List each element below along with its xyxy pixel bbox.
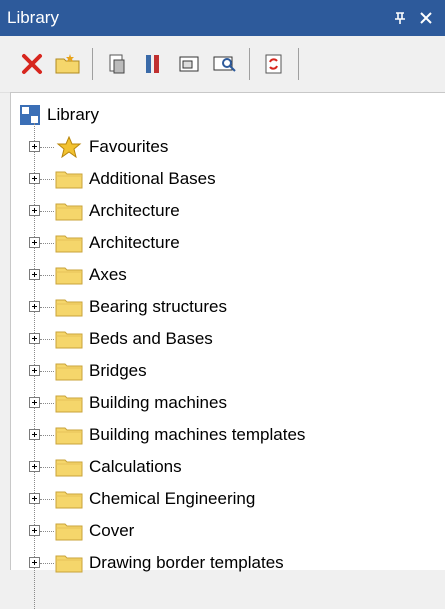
tree-item-label: Building machines [89, 393, 227, 412]
expand-toggle[interactable] [29, 205, 40, 216]
close-icon[interactable] [413, 5, 439, 31]
tree-branch-line [40, 147, 54, 148]
tree-branch-line [40, 211, 54, 212]
tree-item[interactable]: Bridges [55, 355, 147, 387]
tree-item-label: Axes [89, 265, 127, 284]
folder-icon [55, 363, 83, 381]
tree-branch-line [40, 243, 54, 244]
tree-branch-line [40, 371, 54, 372]
expand-toggle[interactable] [29, 461, 40, 472]
folder-icon [55, 459, 83, 477]
expand-toggle[interactable] [29, 429, 40, 440]
tree-branch-line [40, 435, 54, 436]
tree-item-label: Architecture [89, 233, 180, 252]
expand-toggle[interactable] [29, 397, 40, 408]
tree-branch-line [40, 563, 54, 564]
folder-new-icon [55, 54, 80, 74]
toolbar-separator [298, 48, 299, 80]
folder-icon [55, 267, 83, 285]
pin-icon[interactable] [387, 5, 413, 31]
toolbar [0, 36, 445, 93]
refresh-button[interactable] [256, 46, 292, 82]
tree-item-label: Cover [89, 521, 135, 540]
tree-item-label: Additional Bases [89, 169, 216, 188]
properties-button[interactable] [99, 46, 135, 82]
folder-icon [55, 331, 83, 349]
tree-item[interactable]: Building machines templates [55, 419, 305, 451]
tree-branch-line [40, 499, 54, 500]
insert-window-icon [179, 56, 199, 72]
tree-item-label: Building machines templates [89, 425, 306, 444]
tree-branch-line [40, 307, 54, 308]
delete-button[interactable] [14, 46, 50, 82]
expand-toggle[interactable] [29, 173, 40, 184]
tree-item-label: Calculations [89, 457, 182, 476]
folder-icon [55, 555, 83, 573]
expand-toggle[interactable] [29, 493, 40, 504]
insert-button[interactable] [171, 46, 207, 82]
tree-item[interactable]: Building machines [55, 387, 227, 419]
toolbar-separator [92, 48, 93, 80]
folder-icon [55, 491, 83, 509]
tree-branch-line [40, 467, 54, 468]
tree-branch-line [40, 275, 54, 276]
tree-item-label: Architecture [89, 201, 180, 220]
tree-branch-line [40, 179, 54, 180]
expand-toggle[interactable] [29, 301, 40, 312]
document-properties-icon [109, 54, 125, 74]
expand-toggle[interactable] [29, 365, 40, 376]
expand-toggle[interactable] [29, 333, 40, 344]
preview-button[interactable] [207, 46, 243, 82]
tree-item[interactable]: Calculations [55, 451, 182, 483]
folder-icon [55, 203, 83, 221]
tree-item[interactable]: Bearing structures [55, 291, 227, 323]
folder-icon [55, 235, 83, 253]
tree-root-library[interactable]: Library [19, 99, 99, 131]
folder-icon [55, 299, 83, 317]
tree-item[interactable]: Additional Bases [55, 163, 216, 195]
folder-icon [55, 395, 83, 413]
expand-toggle[interactable] [29, 141, 40, 152]
tree-item[interactable]: Drawing border templates [55, 547, 284, 579]
folder-icon [55, 523, 83, 541]
star-icon [56, 136, 82, 158]
folder-icon [55, 427, 83, 445]
library-icon [20, 105, 40, 125]
tree-item[interactable]: Cover [55, 515, 134, 547]
expand-toggle[interactable] [29, 237, 40, 248]
expand-toggle[interactable] [29, 269, 40, 280]
tree-item[interactable]: Beds and Bases [55, 323, 213, 355]
tree-item-label: Bridges [89, 361, 147, 380]
tree-item-label: Beds and Bases [89, 329, 213, 348]
refresh-icon [265, 54, 282, 74]
tree-branch-line [40, 339, 54, 340]
tree-root-label: Library [47, 105, 99, 124]
expand-toggle[interactable] [29, 525, 40, 536]
title-bar: Library [0, 0, 445, 36]
tree-item[interactable]: Architecture [55, 227, 180, 259]
tree-item[interactable]: Chemical Engineering [55, 483, 255, 515]
toolbar-separator [249, 48, 250, 80]
new-folder-button[interactable] [50, 46, 86, 82]
red-x-icon [22, 54, 42, 74]
tree-item[interactable]: Architecture [55, 195, 180, 227]
tree-item-label: Drawing border templates [89, 553, 284, 572]
library-tree[interactable]: Library Favourites Additional Bases Archit… [10, 92, 445, 609]
tools-icon [146, 55, 159, 73]
tree-item-label: Favourites [89, 137, 169, 156]
tools-button[interactable] [135, 46, 171, 82]
tree-item[interactable]: Favourites [55, 131, 168, 163]
folder-icon [55, 171, 83, 189]
tree-item-label: Chemical Engineering [89, 489, 256, 508]
preview-icon [213, 56, 236, 72]
expand-toggle[interactable] [29, 557, 40, 568]
tree-item-label: Bearing structures [89, 297, 227, 316]
window-title: Library [7, 8, 59, 27]
tree-branch-line [40, 403, 54, 404]
tree-item[interactable]: Axes [55, 259, 127, 291]
tree-branch-line [40, 531, 54, 532]
